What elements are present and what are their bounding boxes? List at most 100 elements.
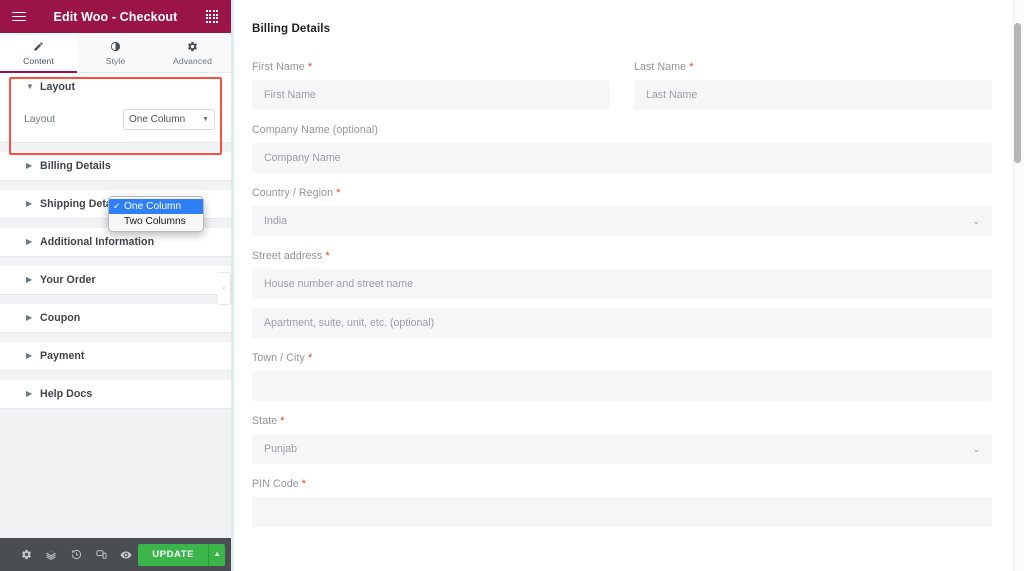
control-layout-label: Layout [24, 114, 56, 125]
section-layout-header[interactable]: ▼ Layout [0, 73, 231, 101]
required-marker: * [280, 415, 285, 427]
navigator-layers-icon[interactable] [39, 538, 64, 571]
update-options-caret-icon[interactable]: ▲ [208, 543, 226, 566]
company-name-input[interactable]: Company Name [252, 143, 992, 173]
name-row: First Name * First Name Last Name * Last… [252, 61, 992, 124]
field-first-name: First Name * First Name [252, 61, 610, 110]
town-city-label: Town / City * [252, 352, 992, 364]
last-name-input[interactable]: Last Name [634, 80, 992, 110]
state-label: State * [252, 415, 992, 427]
first-name-label: First Name * [252, 61, 610, 73]
section-help-docs-header[interactable]: ▶ Help Docs [0, 380, 231, 408]
checkout-form: Billing Details First Name * First Name [234, 0, 1024, 571]
required-marker: * [325, 250, 330, 262]
section-your-order-label: Your Order [40, 274, 96, 286]
field-apartment: Apartment, suite, unit, etc. (optional) [252, 308, 992, 338]
chevron-right-icon: ▶ [26, 161, 33, 170]
pencil-icon [33, 40, 44, 53]
update-button[interactable]: UPDATE [138, 543, 209, 566]
section-payment: ▶ Payment [0, 342, 231, 371]
required-marker: * [307, 352, 313, 364]
section-additional-information-header[interactable]: ▶ Additional Information [0, 228, 231, 256]
section-your-order-header[interactable]: ▶ Your Order [0, 266, 231, 294]
responsive-mode-icon[interactable] [89, 538, 114, 571]
company-name-label: Company Name (optional) [252, 124, 378, 136]
chevron-right-icon: ▶ [26, 237, 33, 246]
last-name-group: Last Name * Last Name [622, 61, 992, 124]
street-address-input[interactable]: House number and street name [252, 269, 992, 299]
section-billing-details-header[interactable]: ▶ Billing Details [0, 152, 231, 180]
preview-eye-icon[interactable] [113, 538, 138, 571]
check-icon-placeholder: ✓ [113, 216, 124, 227]
apartment-input[interactable]: Apartment, suite, unit, etc. (optional) [252, 308, 992, 338]
panel-collapse-handle[interactable]: ‹ [218, 272, 231, 305]
town-city-input[interactable] [252, 371, 992, 401]
tab-advanced[interactable]: Advanced [154, 33, 231, 72]
settings-gear-icon[interactable] [14, 538, 39, 571]
state-value: Punjab [264, 443, 297, 455]
street-address-label: Street address * [252, 250, 992, 262]
section-divider [0, 333, 231, 342]
editor-panel: Edit Woo - Checkout Content Style Advanc… [0, 0, 232, 571]
pin-code-input[interactable] [252, 497, 992, 527]
town-city-label-text: Town / City [252, 352, 305, 364]
tab-style-label: Style [105, 55, 126, 66]
chevron-right-icon: ▶ [26, 199, 33, 208]
canvas-scrollbar-thumb[interactable] [1014, 23, 1021, 163]
first-name-group: First Name * First Name [252, 61, 622, 124]
section-payment-label: Payment [40, 350, 85, 362]
chevron-right-icon: ▶ [26, 389, 33, 398]
layout-select-wrap: One Column ▼ [123, 109, 215, 130]
field-town-city: Town / City * [252, 352, 992, 401]
section-coupon-header[interactable]: ▶ Coupon [0, 304, 231, 332]
section-divider [0, 181, 231, 190]
chevron-down-icon: ⌄ [972, 443, 980, 454]
section-additional-information: ▶ Additional Information [0, 228, 231, 257]
required-marker: * [689, 61, 694, 73]
pin-code-label: PIN Code * [252, 478, 992, 490]
required-marker: * [301, 478, 307, 490]
history-revisions-icon[interactable] [64, 538, 89, 571]
half-circle-icon [110, 40, 121, 53]
state-label-text: State [252, 415, 278, 427]
layout-dropdown-menu[interactable]: ✓ One Column ✓ Two Columns [108, 196, 204, 232]
section-billing-details-label: Billing Details [40, 160, 111, 172]
street-address-label-text: Street address [252, 250, 323, 262]
section-payment-header[interactable]: ▶ Payment [0, 342, 231, 370]
field-state: State * Punjab ⌄ [252, 415, 992, 464]
country-region-select[interactable]: India ⌄ [252, 206, 992, 236]
country-region-label-text: Country / Region [252, 187, 334, 199]
tab-content[interactable]: Content [0, 33, 77, 73]
section-divider [0, 295, 231, 304]
section-layout: ▼ Layout Layout One Column ▼ [0, 73, 231, 143]
update-button-group: UPDATE ▲ [138, 543, 226, 566]
control-layout: Layout One Column ▼ [0, 101, 231, 142]
dropdown-option-one-column-label: One Column [124, 201, 182, 212]
state-select[interactable]: Punjab ⌄ [252, 434, 992, 464]
section-coupon-label: Coupon [40, 312, 81, 324]
tab-style[interactable]: Style [77, 33, 154, 72]
chevron-right-icon: ▶ [26, 313, 33, 322]
section-layout-label: Layout [40, 81, 76, 93]
field-street-address: Street address * House number and street… [252, 250, 992, 299]
field-country-region: Country / Region * India ⌄ [252, 187, 992, 236]
dropdown-option-two-columns[interactable]: ✓ Two Columns [109, 214, 203, 229]
dropdown-option-one-column[interactable]: ✓ One Column [109, 199, 203, 214]
preview-canvas: Billing Details First Name * First Name [232, 0, 1024, 571]
section-billing-details: ▶ Billing Details [0, 152, 231, 181]
grid-apps-icon[interactable] [202, 7, 222, 27]
country-region-value: India [264, 215, 287, 227]
panel-controls: ▼ Layout Layout One Column ▼ ▶ Billing D… [0, 73, 231, 538]
chevron-down-icon: ▼ [202, 116, 209, 123]
panel-title: Edit Woo - Checkout [53, 9, 178, 24]
first-name-input[interactable]: First Name [252, 80, 610, 110]
field-company-name: Company Name (optional) Company Name [252, 124, 992, 173]
chevron-down-icon: ⌄ [972, 215, 980, 226]
section-your-order: ▶ Your Order [0, 266, 231, 295]
dropdown-option-two-columns-label: Two Columns [124, 216, 186, 227]
section-help-docs-label: Help Docs [40, 388, 93, 400]
required-marker: * [307, 61, 313, 73]
layout-select[interactable]: One Column ▼ [123, 109, 215, 130]
hamburger-icon[interactable] [9, 7, 29, 27]
layout-select-value: One Column [129, 114, 186, 125]
